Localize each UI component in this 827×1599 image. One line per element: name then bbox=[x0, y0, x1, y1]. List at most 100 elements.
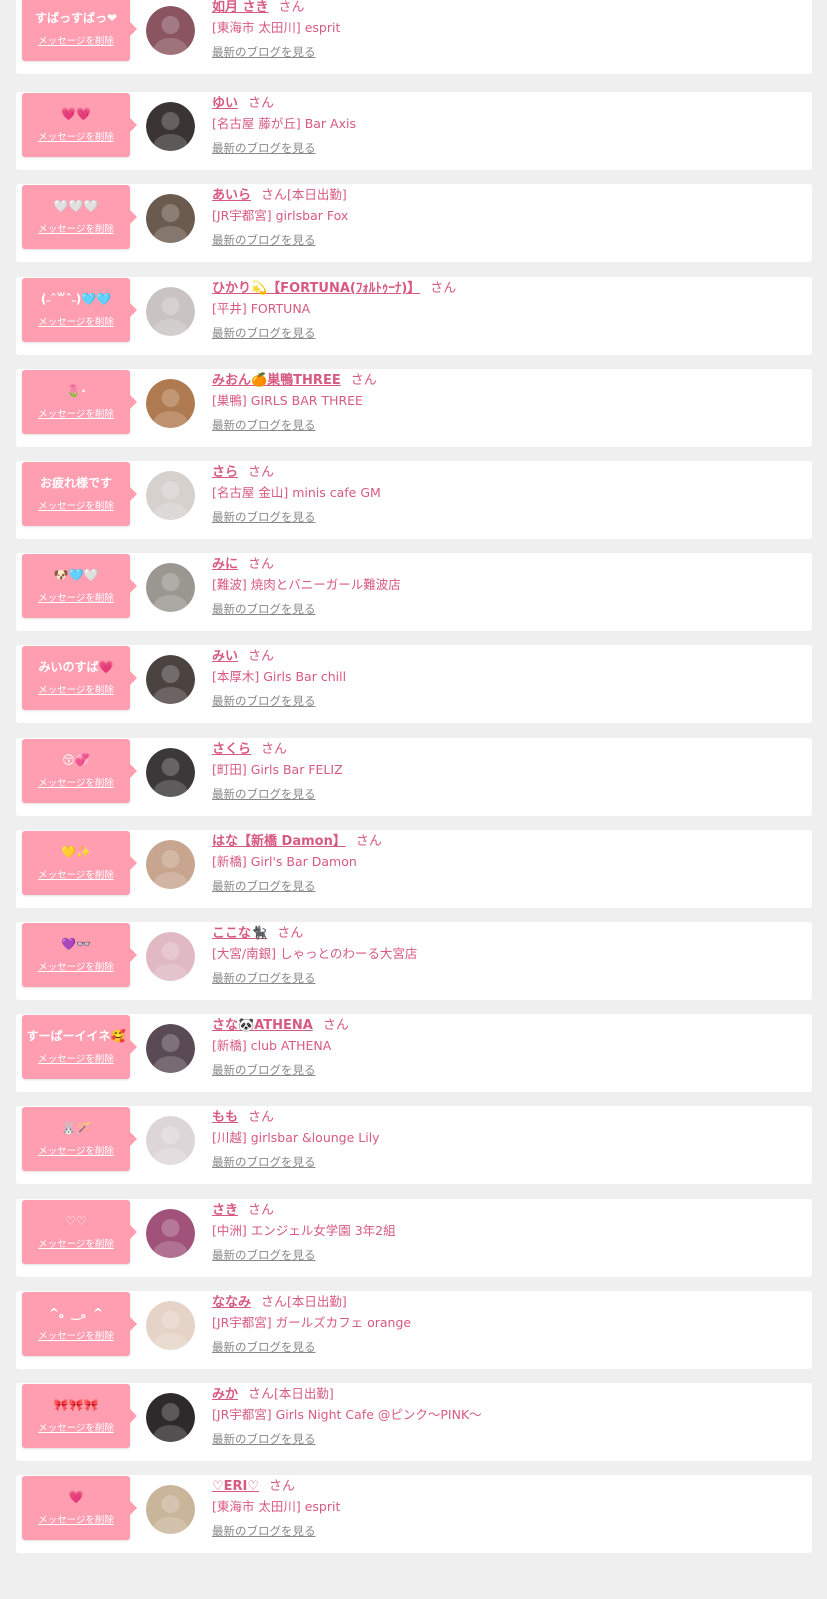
cast-name-link[interactable]: はな【新橋 Damon】 bbox=[212, 834, 346, 849]
latest-blog-link[interactable]: 最新のブログを見る bbox=[212, 510, 316, 525]
delete-message-link[interactable]: メッセージを削除 bbox=[22, 685, 130, 697]
honorific: さん bbox=[248, 1387, 275, 1402]
message-stamp-bubble: (˶ˆ꒳ˆ˵)🩵🩵 メッセージを削除 bbox=[22, 278, 137, 342]
avatar[interactable] bbox=[146, 1485, 195, 1534]
delete-message-link[interactable]: メッセージを削除 bbox=[22, 317, 130, 329]
latest-blog-link[interactable]: 最新のブログを見る bbox=[212, 141, 316, 156]
avatar-image bbox=[146, 932, 195, 981]
avatar-image bbox=[146, 1485, 195, 1534]
avatar-head bbox=[161, 573, 180, 591]
avatar[interactable] bbox=[146, 6, 195, 55]
message-card: 😚💞 メッセージを削除 さくら さん [町田] Girls Bar FELIZ 最… bbox=[16, 738, 812, 816]
shop-info: [JR宇都宮] girlsbar Fox bbox=[212, 208, 349, 223]
delete-message-link[interactable]: メッセージを削除 bbox=[22, 36, 130, 48]
delete-message-link[interactable]: メッセージを削除 bbox=[22, 870, 130, 882]
latest-blog-link[interactable]: 最新のブログを見る bbox=[212, 879, 316, 894]
delete-message-link[interactable]: メッセージを削除 bbox=[22, 132, 130, 144]
cast-name-link[interactable]: みおん🍊巣鴨THREE bbox=[212, 373, 341, 388]
latest-blog-link[interactable]: 最新のブログを見る bbox=[212, 602, 316, 617]
cast-name-link[interactable]: ななみ bbox=[212, 1295, 251, 1310]
message-card: (˶ˆ꒳ˆ˵)🩵🩵 メッセージを削除 ひかり💫【FORTUNA(ﾌｫﾙﾄｩｰﾅ)… bbox=[16, 277, 812, 355]
latest-blog-link[interactable]: 最新のブログを見る bbox=[212, 971, 316, 986]
delete-message-link[interactable]: メッセージを削除 bbox=[22, 1054, 130, 1066]
honorific: さん bbox=[248, 649, 275, 664]
latest-blog-link[interactable]: 最新のブログを見る bbox=[212, 1340, 316, 1355]
message-stamp-text: 💗 bbox=[68, 1490, 84, 1504]
avatar[interactable] bbox=[146, 287, 195, 336]
message-card: 🐶🩵🤍 メッセージを削除 みに さん [難波] 焼肉とバニーガール難波店 最新のブ… bbox=[16, 553, 812, 631]
avatar[interactable] bbox=[146, 1116, 195, 1165]
cast-name-link[interactable]: さき bbox=[212, 1203, 238, 1218]
avatar-head bbox=[161, 758, 180, 776]
latest-blog-link[interactable]: 最新のブログを見る bbox=[212, 233, 316, 248]
shop-info: [平井] FORTUNA bbox=[212, 301, 311, 316]
delete-message-link[interactable]: メッセージを削除 bbox=[22, 224, 130, 236]
delete-message-link[interactable]: メッセージを削除 bbox=[22, 778, 130, 790]
message-stamp-text: お疲れ様です bbox=[39, 476, 112, 490]
delete-message-link[interactable]: メッセージを削除 bbox=[22, 1146, 130, 1158]
latest-blog-link[interactable]: 最新のブログを見る bbox=[212, 1248, 316, 1263]
delete-message-link[interactable]: メッセージを削除 bbox=[22, 501, 130, 513]
cast-name-link[interactable]: あいら bbox=[212, 188, 251, 203]
message-card: 💛✨ メッセージを削除 はな【新橋 Damon】 さん [新橋] Girl's B… bbox=[16, 830, 812, 908]
avatar[interactable] bbox=[146, 1209, 195, 1258]
cast-name-link[interactable]: ここな🐈‍⬛ bbox=[212, 926, 267, 941]
cast-name-link[interactable]: ひかり💫【FORTUNA(ﾌｫﾙﾄｩｰﾅ)】 bbox=[212, 281, 420, 296]
latest-blog-link[interactable]: 最新のブログを見る bbox=[212, 787, 316, 802]
avatar[interactable] bbox=[146, 194, 195, 243]
avatar[interactable] bbox=[146, 563, 195, 612]
avatar[interactable] bbox=[146, 655, 195, 704]
latest-blog-link[interactable]: 最新のブログを見る bbox=[212, 1155, 316, 1170]
cast-name-link[interactable]: ゆい bbox=[212, 96, 238, 111]
message-stamp-text: すーぱーイイネ🥰 bbox=[26, 1029, 126, 1043]
delete-message-link[interactable]: メッセージを削除 bbox=[22, 1515, 130, 1527]
delete-message-link[interactable]: メッセージを削除 bbox=[22, 409, 130, 421]
delete-message-link[interactable]: メッセージを削除 bbox=[22, 1239, 130, 1251]
message-card: 🎀🎀🎀 メッセージを削除 みか さん[本日出勤] [JR宇都宮] Girls Ni… bbox=[16, 1383, 812, 1461]
cast-name-link[interactable]: みい bbox=[212, 649, 238, 664]
avatar[interactable] bbox=[146, 932, 195, 981]
name-line: あいら さん[本日出勤] bbox=[212, 187, 347, 204]
cast-name-link[interactable]: ♡ERI♡ bbox=[212, 1479, 259, 1494]
avatar[interactable] bbox=[146, 748, 195, 797]
avatar[interactable] bbox=[146, 379, 195, 428]
avatar[interactable] bbox=[146, 471, 195, 520]
avatar[interactable] bbox=[146, 840, 195, 889]
cast-name-link[interactable]: さな🐼ATHENA bbox=[212, 1018, 313, 1033]
shop-info: [新橋] club ATHENA bbox=[212, 1038, 332, 1053]
avatar-head bbox=[161, 665, 180, 683]
avatar[interactable] bbox=[146, 102, 195, 151]
avatar-image bbox=[146, 379, 195, 428]
cast-name-link[interactable]: みか bbox=[212, 1387, 238, 1402]
shop-info: [難波] 焼肉とバニーガール難波店 bbox=[212, 577, 401, 592]
honorific: さん bbox=[248, 1110, 275, 1125]
cast-name-link[interactable]: さくら bbox=[212, 742, 251, 757]
avatar[interactable] bbox=[146, 1301, 195, 1350]
delete-message-link[interactable]: メッセージを削除 bbox=[22, 593, 130, 605]
delete-message-link[interactable]: メッセージを削除 bbox=[22, 1331, 130, 1343]
honorific: さん bbox=[355, 834, 382, 849]
message-stamp-bubble: ^。‿。^ メッセージを削除 bbox=[22, 1292, 137, 1356]
cast-name-link[interactable]: 如月 さき bbox=[212, 0, 269, 15]
message-stamp-bubble: みいのすば💗 メッセージを削除 bbox=[22, 646, 137, 710]
latest-blog-link[interactable]: 最新のブログを見る bbox=[212, 418, 316, 433]
name-line: みおん🍊巣鴨THREE さん bbox=[212, 372, 377, 389]
honorific: さん bbox=[269, 1479, 296, 1494]
latest-blog-link[interactable]: 最新のブログを見る bbox=[212, 694, 316, 709]
cast-name-link[interactable]: みに bbox=[212, 557, 238, 572]
avatar-head bbox=[161, 1126, 180, 1144]
honorific: さん bbox=[248, 96, 275, 111]
avatar[interactable] bbox=[146, 1024, 195, 1073]
cast-name-link[interactable]: さら bbox=[212, 465, 238, 480]
latest-blog-link[interactable]: 最新のブログを見る bbox=[212, 1432, 316, 1447]
cast-name-link[interactable]: もも bbox=[212, 1110, 238, 1125]
avatar-image bbox=[146, 1024, 195, 1073]
delete-message-link[interactable]: メッセージを削除 bbox=[22, 962, 130, 974]
avatar[interactable] bbox=[146, 1393, 195, 1442]
latest-blog-link[interactable]: 最新のブログを見る bbox=[212, 326, 316, 341]
delete-message-link[interactable]: メッセージを削除 bbox=[22, 1423, 130, 1435]
latest-blog-link[interactable]: 最新のブログを見る bbox=[212, 45, 316, 60]
latest-blog-link[interactable]: 最新のブログを見る bbox=[212, 1524, 316, 1539]
message-stamp-bubble: ♡♡ メッセージを削除 bbox=[22, 1200, 137, 1264]
latest-blog-link[interactable]: 最新のブログを見る bbox=[212, 1063, 316, 1078]
